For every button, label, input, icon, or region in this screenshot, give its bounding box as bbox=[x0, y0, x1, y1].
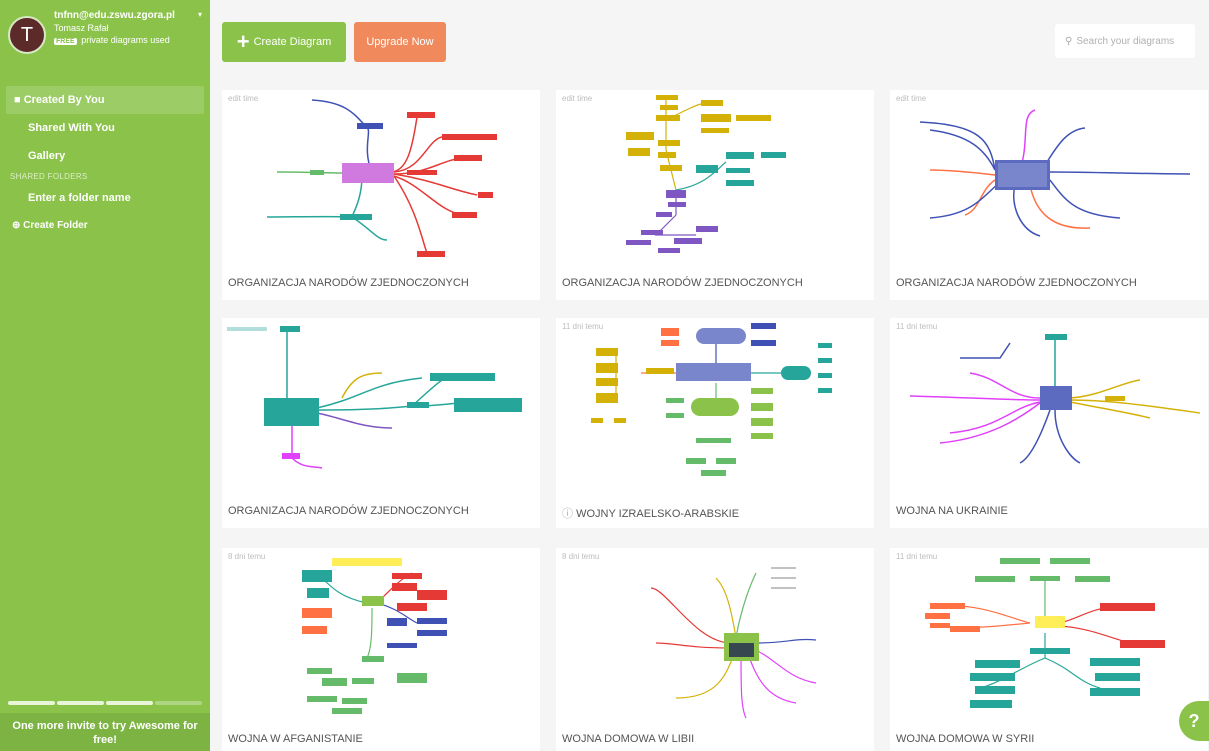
plan-info: FREE private diagrams used bbox=[54, 34, 194, 48]
invite-progress bbox=[0, 701, 210, 705]
diagram-thumbnail bbox=[925, 558, 1165, 708]
diagram-title: ORGANIZACJA NARODÓW ZJEDNOCZONYCH bbox=[228, 505, 469, 517]
sidebar-item-label: Shared With You bbox=[28, 122, 115, 134]
edit-time: 8 dni temu bbox=[228, 552, 266, 561]
diagram-thumbnail bbox=[302, 558, 447, 714]
upgrade-label: Upgrade Now bbox=[366, 36, 434, 48]
folder-icon: ■ bbox=[14, 94, 24, 106]
question-icon: ? bbox=[1188, 710, 1200, 731]
sidebar-footer: One more invite to try Awesome for free! bbox=[0, 701, 210, 751]
diagram-title: ORGANIZACJA NARODÓW ZJEDNOCZONYCH bbox=[228, 277, 469, 289]
upgrade-button[interactable]: Upgrade Now bbox=[354, 22, 446, 62]
diagram-title: ⓘ WOJNY IZRAELSKO-ARABSKIE bbox=[562, 505, 739, 521]
diagram-card[interactable]: 11 dni temu WOJNA DOMOWA W SYRII bbox=[890, 548, 1208, 751]
diagram-thumbnail bbox=[909, 334, 1201, 464]
search-input[interactable] bbox=[1076, 35, 1187, 47]
sidebar-nav: ■ Created By You Shared With You Gallery… bbox=[0, 86, 210, 240]
create-diagram-label: Create Diagram bbox=[253, 36, 332, 48]
sidebar: T tnfnn@edu.zswu.zgora.pl Tomasz Rafał F… bbox=[0, 0, 210, 751]
diagram-card[interactable]: 8 dni temu WOJNA W AFGANISTANIE bbox=[222, 548, 540, 751]
sidebar-item-created[interactable]: ■ Created By You bbox=[6, 86, 204, 114]
search-icon: ⚲ bbox=[1065, 35, 1073, 47]
diagram-title: WOJNA W AFGANISTANIE bbox=[228, 733, 363, 745]
avatar[interactable]: T bbox=[8, 16, 46, 54]
profile-text: tnfnn@edu.zswu.zgora.pl Tomasz Rafał FRE… bbox=[54, 10, 194, 48]
sidebar-item-label: Gallery bbox=[28, 150, 66, 162]
diagram-card[interactable]: 11 dni temu ⓘ WOJNY IZRAELSKO-ARABSKIE bbox=[556, 318, 874, 528]
info-icon: ⓘ bbox=[562, 508, 577, 520]
edit-time: 11 dni temu bbox=[562, 322, 604, 331]
diagram-title: WOJNA DOMOWA W LIBII bbox=[562, 733, 695, 745]
diagram-thumbnail bbox=[626, 95, 786, 253]
create-diagram-button[interactable]: + Create Diagram bbox=[222, 22, 346, 62]
sidebar-item-gallery[interactable]: Gallery bbox=[0, 142, 210, 170]
diagram-card[interactable]: edit time ORGANIZACJA NARODÓW ZJEDNOCZON… bbox=[556, 90, 874, 300]
diagram-title-text: WOJNY IZRAELSKO-ARABSKIE bbox=[576, 508, 740, 520]
sidebar-item-shared[interactable]: Shared With You bbox=[0, 114, 210, 142]
diagram-thumbnail bbox=[266, 99, 497, 257]
diagram-card[interactable]: edit time ORGANIZACJA NARODÓW ZJEDNOCZON… bbox=[890, 90, 1208, 300]
sidebar-item-label: Created By You bbox=[23, 94, 105, 106]
edit-time: edit time bbox=[562, 94, 593, 103]
diagram-thumbnail bbox=[591, 323, 832, 476]
edit-time: edit time bbox=[228, 94, 259, 103]
create-folder-button[interactable]: ⊕ Create Folder bbox=[0, 212, 210, 240]
diagram-title: ORGANIZACJA NARODÓW ZJEDNOCZONYCH bbox=[562, 277, 803, 289]
edit-time: 11 dni temu bbox=[896, 552, 938, 561]
diagram-card[interactable]: ORGANIZACJA NARODÓW ZJEDNOCZONYCH bbox=[222, 318, 540, 528]
edit-time: 11 dni temu bbox=[896, 322, 938, 331]
create-folder-label: Create Folder bbox=[23, 220, 88, 231]
user-name: Tomasz Rafał bbox=[54, 23, 109, 33]
diagram-card[interactable]: 11 dni temu WOJNA NA UKRAINIE bbox=[890, 318, 1208, 528]
diagram-thumbnail bbox=[227, 326, 522, 469]
user-email: tnfnn@edu.zswu.zgora.pl bbox=[54, 10, 175, 21]
user-profile[interactable]: T tnfnn@edu.zswu.zgora.pl Tomasz Rafał F… bbox=[0, 0, 210, 80]
diagram-thumbnail bbox=[919, 109, 1191, 237]
plan-badge: FREE bbox=[54, 38, 77, 45]
diagram-card[interactable]: edit time ORGANIZACJA NARODÓW ZJEDNOCZON… bbox=[222, 90, 540, 300]
shared-folders-heading: SHARED FOLDERS bbox=[10, 172, 88, 181]
chevron-down-icon[interactable]: ▾ bbox=[198, 10, 202, 19]
diagram-title: ORGANIZACJA NARODÓW ZJEDNOCZONYCH bbox=[896, 277, 1137, 289]
diagram-thumbnail bbox=[650, 567, 817, 719]
folder-name-input[interactable]: Enter a folder name bbox=[0, 184, 210, 212]
edit-time: 8 dni temu bbox=[562, 552, 600, 561]
diagram-title: WOJNA DOMOWA W SYRII bbox=[896, 733, 1035, 745]
search-box[interactable]: ⚲ bbox=[1055, 24, 1195, 58]
edit-time: edit time bbox=[896, 94, 927, 103]
plus-icon: + bbox=[236, 29, 250, 54]
plus-circle-icon: ⊕ bbox=[12, 220, 24, 231]
invite-banner[interactable]: One more invite to try Awesome for free! bbox=[0, 713, 210, 751]
diagram-card[interactable]: 8 dni temu WOJNA DOMOWA W LIBII bbox=[556, 548, 874, 751]
plan-text: private diagrams used bbox=[81, 35, 170, 45]
diagram-title: WOJNA NA UKRAINIE bbox=[896, 505, 1008, 517]
